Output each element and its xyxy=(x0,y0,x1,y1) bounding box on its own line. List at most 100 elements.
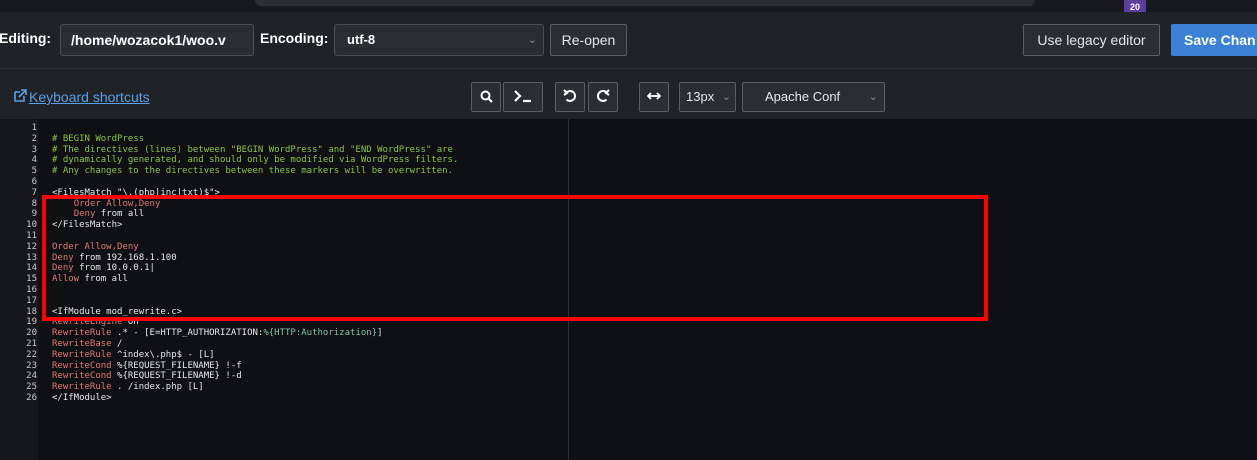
font-size-select[interactable]: 13px ⌄ xyxy=(679,82,736,112)
search-icon xyxy=(480,88,493,105)
browser-address-area xyxy=(255,0,1035,6)
line-number: 23 xyxy=(26,360,37,371)
line-code: </IfModule> xyxy=(52,393,112,404)
code-token: / xyxy=(111,339,123,349)
code-line: 26 </IfModule> xyxy=(0,393,1257,404)
reopen-button[interactable]: Re-open xyxy=(550,24,627,56)
code-token: RewriteRule xyxy=(52,382,112,393)
editor-subtoolbar: Keyboard shortcuts 13px ⌄ Apache Conf ⌄ xyxy=(0,68,1257,119)
code-token: # The directives (lines) between "BEGIN … xyxy=(52,144,453,155)
code-token: ] xyxy=(377,328,383,339)
line-number: 12 xyxy=(26,241,37,252)
line-number: 10 xyxy=(26,220,37,231)
line-code: RewriteRule . /index.php [L] xyxy=(52,382,204,393)
code-token: ^index\.php$ - [L] xyxy=(111,349,215,360)
code-token: RewriteRule xyxy=(52,328,112,339)
line-number: 8 xyxy=(31,198,37,209)
redo-icon xyxy=(596,88,610,105)
save-changes-button[interactable]: Save Chan xyxy=(1171,24,1257,56)
code-line: 4 # dynamically generated, and should onl… xyxy=(0,155,1257,166)
line-number: 1 xyxy=(31,123,37,133)
line-code: RewriteRule .* - [E=HTTP_AUTHORIZATION:%… xyxy=(52,328,383,339)
line-number: 26 xyxy=(26,393,37,403)
line-number: 25 xyxy=(26,382,37,393)
line-number: 18 xyxy=(26,306,37,317)
line-number: 3 xyxy=(31,144,37,155)
line-number: 13 xyxy=(26,252,37,263)
code-token: %{HTTP:Authorization} xyxy=(263,328,378,339)
code-token: RewriteCond xyxy=(52,371,112,382)
line-code: RewriteRule ^index\.php$ - [L] xyxy=(52,350,215,361)
line-code: RewriteCond %{REQUEST_FILENAME} !-d xyxy=(52,371,242,382)
keyboard-shortcuts-label: Keyboard shortcuts xyxy=(29,89,150,105)
encoding-value: utf-8 xyxy=(347,32,376,47)
line-code: # The directives (lines) between "BEGIN … xyxy=(52,145,453,156)
use-legacy-editor-button[interactable]: Use legacy editor xyxy=(1023,24,1160,56)
line-code: # Any changes to the directives between … xyxy=(52,166,453,177)
redo-button[interactable] xyxy=(588,82,618,112)
file-path-field[interactable]: /home/wozacok1/woo.v xyxy=(60,24,254,56)
terminal-icon xyxy=(513,88,533,105)
line-number: 24 xyxy=(26,371,37,382)
font-size-value: 13px xyxy=(686,89,715,104)
code-editor[interactable]: 1 2 # BEGIN WordPress 3 # The directives (li… xyxy=(0,119,1257,460)
code-line: 23 RewriteCond %{REQUEST_FILENAME} !-f xyxy=(0,361,1257,372)
red-highlight-box xyxy=(42,195,988,321)
code-line: 2 # BEGIN WordPress xyxy=(0,134,1257,145)
encoding-select[interactable]: utf-8 ⌄ xyxy=(334,24,544,56)
code-line: 20 RewriteRule .* - [E=HTTP_AUTHORIZATION… xyxy=(0,328,1257,339)
line-number: 11 xyxy=(26,231,37,241)
search-button[interactable] xyxy=(471,82,501,112)
line-number: 9 xyxy=(31,209,37,220)
line-number: 15 xyxy=(26,274,37,285)
line-number: 5 xyxy=(31,166,37,177)
code-token: RewriteCond xyxy=(52,360,112,371)
code-token: %{REQUEST_FILENAME} !-d xyxy=(111,371,242,382)
line-number: 22 xyxy=(26,349,37,360)
code-line: 3 # The directives (lines) between "BEGIN… xyxy=(0,145,1257,156)
syntax-mode-value: Apache Conf xyxy=(765,89,841,104)
line-code: RewriteCond %{REQUEST_FILENAME} !-f xyxy=(52,361,242,372)
top-strip: 20 xyxy=(0,0,1257,12)
code-line: 25 RewriteRule . /index.php [L] xyxy=(0,382,1257,393)
line-number: 19 xyxy=(26,317,37,328)
line-number: 4 xyxy=(31,155,37,166)
wrap-toggle-button[interactable] xyxy=(639,82,669,112)
code-line: 21 RewriteBase / xyxy=(0,339,1257,350)
line-number: 6 xyxy=(31,177,37,187)
line-number: 21 xyxy=(26,339,37,349)
code-token: </IfModule> xyxy=(52,393,112,403)
code-token: # BEGIN WordPress xyxy=(52,133,145,144)
editing-label: Editing: xyxy=(0,30,52,46)
line-code: # dynamically generated, and should only… xyxy=(52,155,458,166)
code-line: 22 RewriteRule ^index\.php$ - [L] xyxy=(0,350,1257,361)
code-token: RewriteBase xyxy=(52,339,112,349)
line-number: 20 xyxy=(26,328,37,339)
encoding-label: Encoding: xyxy=(260,30,329,46)
goto-line-button[interactable] xyxy=(503,82,543,112)
code-line: 6 xyxy=(0,177,1257,188)
horizontal-arrows-icon xyxy=(646,88,662,105)
undo-button[interactable] xyxy=(555,82,585,112)
keyboard-shortcuts-link[interactable]: Keyboard shortcuts xyxy=(14,89,150,105)
code-token: RewriteRule xyxy=(52,349,112,360)
code-line: 24 RewriteCond %{REQUEST_FILENAME} !-d xyxy=(0,371,1257,382)
code-token: %{REQUEST_FILENAME} !-f xyxy=(111,360,242,371)
external-link-icon xyxy=(14,89,27,105)
line-code: # BEGIN WordPress xyxy=(52,134,144,145)
line-number: 16 xyxy=(26,285,37,295)
chevron-down-icon: ⌄ xyxy=(527,34,537,46)
line-number: 2 xyxy=(31,133,37,144)
chevron-down-icon: ⌄ xyxy=(721,91,731,103)
notification-badge: 20 xyxy=(1124,0,1146,12)
code-line: 5 # Any changes to the directives between… xyxy=(0,166,1257,177)
syntax-mode-select[interactable]: Apache Conf ⌄ xyxy=(742,82,885,112)
line-number: 7 xyxy=(31,187,37,198)
undo-icon xyxy=(563,88,577,105)
line-code: RewriteBase / xyxy=(52,339,122,350)
chevron-down-icon: ⌄ xyxy=(868,91,878,103)
editor-toolbar: Editing: /home/wozacok1/woo.v Encoding: … xyxy=(0,12,1257,68)
code-token: .* - [E=HTTP_AUTHORIZATION: xyxy=(111,328,264,339)
line-number: 17 xyxy=(26,295,37,306)
code-token: # Any changes to the directives between … xyxy=(52,166,453,177)
